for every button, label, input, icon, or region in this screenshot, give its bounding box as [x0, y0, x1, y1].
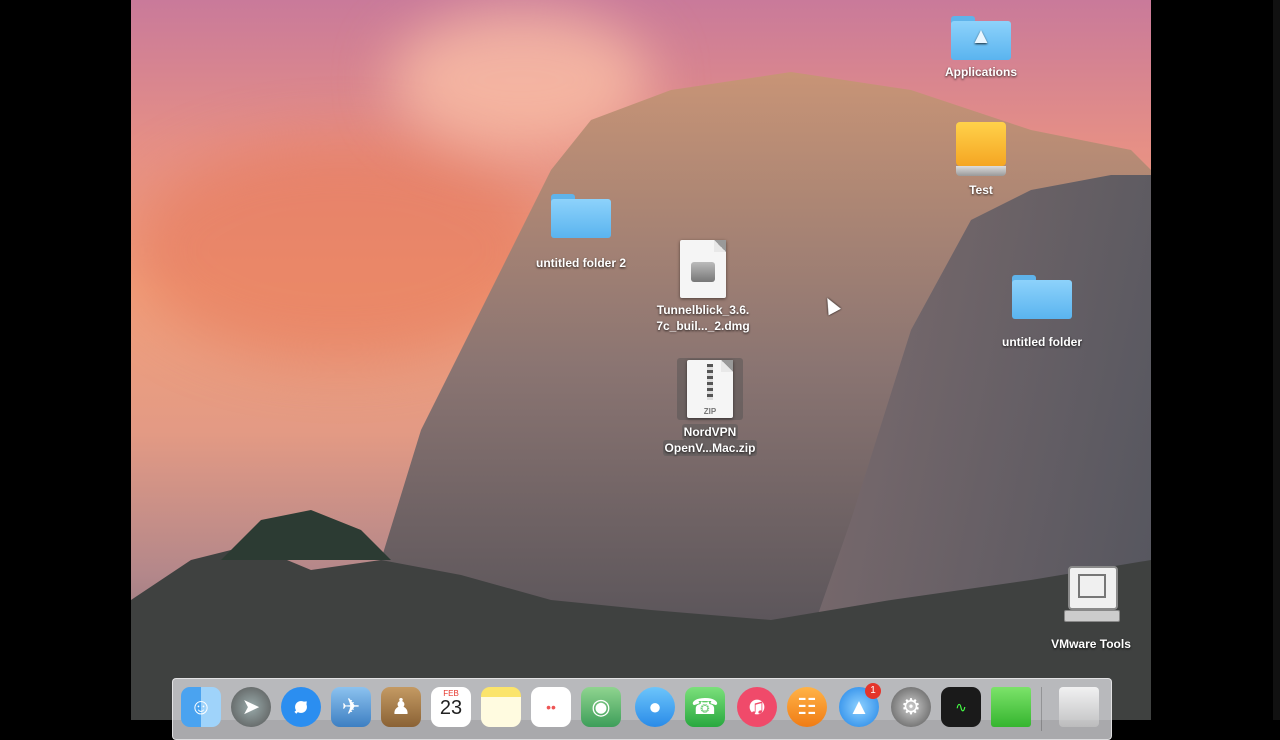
external-drive-icon: [956, 122, 1006, 178]
tunnelblick-label-line2: 7c_buil..._2.dmg: [656, 319, 750, 333]
notes-icon[interactable]: [481, 687, 521, 727]
dock: ☺ ➤ ➚ ✈ ♟ FEB 23 •• ◉ ● ☎ ♫ ☷ ▲ 1 ⚙ ∿: [172, 678, 1112, 740]
folder-icon: [551, 194, 611, 238]
finder-icon[interactable]: ☺: [181, 687, 221, 727]
nordvpn-zip[interactable]: ZIP NordVPN OpenV...Mac.zip: [650, 358, 770, 456]
tunnelblick-dmg[interactable]: Tunnelblick_3.6. 7c_buil..._2.dmg: [643, 240, 763, 334]
untitled-folder-label: untitled folder: [1002, 335, 1082, 349]
facetime-icon[interactable]: ☎: [685, 687, 725, 727]
selection-highlight: ZIP: [677, 358, 743, 420]
trash-icon[interactable]: [1059, 687, 1099, 727]
contacts-icon[interactable]: ♟: [381, 687, 421, 727]
test-label: Test: [969, 183, 993, 197]
app-store-a-icon: ▲: [970, 23, 992, 48]
folder-icon: [1012, 275, 1072, 319]
tunnelblick-label-line1: Tunnelblick_3.6.: [656, 303, 750, 317]
itunes-icon[interactable]: ♫: [737, 687, 777, 727]
vmware-tools-icon: [1064, 566, 1120, 622]
messages-icon[interactable]: ●: [635, 687, 675, 727]
disk-image-icon: [680, 240, 726, 298]
system-preferences-icon[interactable]: ⚙: [891, 687, 931, 727]
applications-label: Applications: [944, 65, 1017, 79]
safari-icon[interactable]: ➚: [281, 687, 321, 727]
vmware-tools[interactable]: VMware Tools: [1036, 566, 1146, 652]
wallpaper-mountain: [131, 72, 1151, 720]
dock-divider: [1041, 687, 1042, 731]
nordvpn-label-line1: NordVPN: [681, 424, 739, 440]
zip-archive-icon: ZIP: [687, 360, 733, 418]
green-app-icon[interactable]: [991, 687, 1031, 727]
ibooks-icon[interactable]: ☷: [787, 687, 827, 727]
right-edge-bar: [1273, 0, 1280, 720]
vmware-tools-label: VMware Tools: [1051, 637, 1131, 651]
reminders-icon[interactable]: ••: [531, 687, 571, 727]
test-drive[interactable]: Test: [941, 122, 1021, 198]
applications-folder[interactable]: ▲ Applications: [931, 16, 1031, 80]
untitled-folder-2[interactable]: untitled folder 2: [526, 194, 636, 271]
zip-text: ZIP: [703, 407, 717, 416]
untitled-folder[interactable]: untitled folder: [987, 275, 1097, 350]
desktop: ▲ Applications Test untitled folder 2 Tu…: [131, 0, 1151, 720]
launchpad-icon[interactable]: ➤: [231, 687, 271, 727]
app-store-icon[interactable]: ▲ 1: [839, 683, 881, 727]
nordvpn-label-line2: OpenV...Mac.zip: [662, 440, 758, 456]
calendar-icon[interactable]: FEB 23: [431, 687, 471, 727]
mail-icon[interactable]: ✈: [331, 687, 371, 727]
photo-booth-icon[interactable]: ◉: [581, 687, 621, 727]
app-store-badge: 1: [865, 683, 881, 699]
applications-folder-icon: ▲: [951, 16, 1011, 60]
untitled-folder-2-label: untitled folder 2: [536, 256, 626, 270]
activity-monitor-icon[interactable]: ∿: [941, 687, 981, 727]
calendar-day: 23: [439, 697, 463, 719]
